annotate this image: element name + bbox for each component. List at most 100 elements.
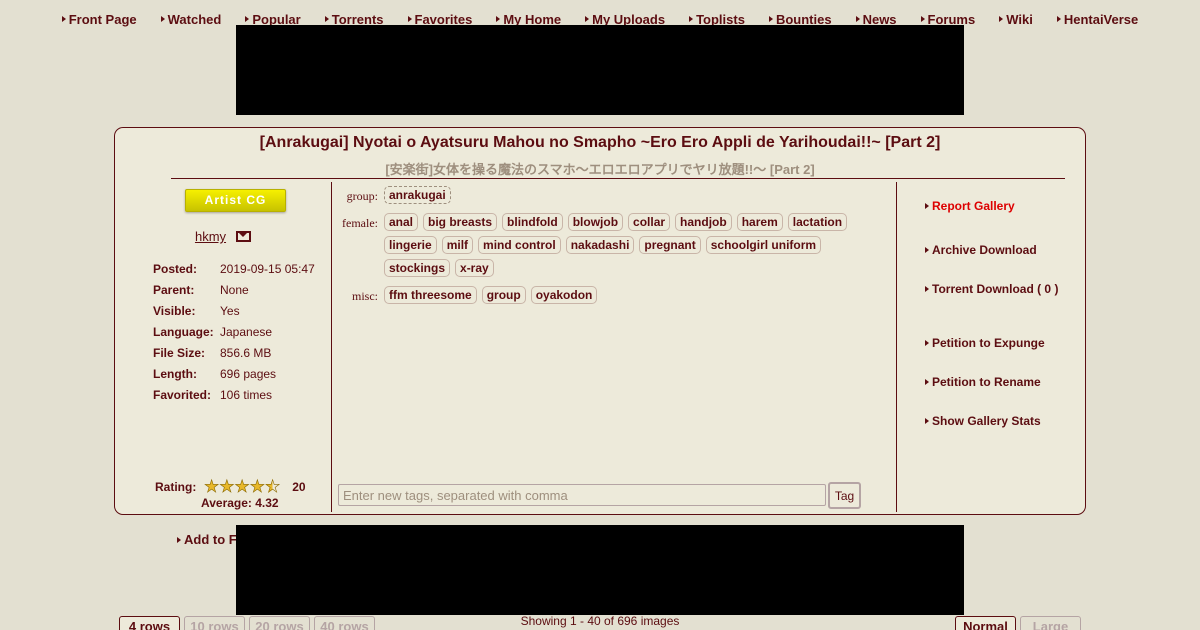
- arrow-right-icon: [177, 536, 181, 543]
- nav-wiki[interactable]: Wiki: [999, 8, 1033, 30]
- tag[interactable]: schoolgirl uniform: [705, 236, 822, 254]
- arrow-right-icon: [496, 16, 501, 22]
- tag[interactable]: group: [481, 286, 526, 304]
- tag[interactable]: milf: [441, 236, 474, 254]
- tag[interactable]: ffm threesome: [384, 286, 477, 304]
- nav-label: Wiki: [1006, 11, 1033, 27]
- tag-namespace-group: group: anrakugai: [337, 186, 897, 209]
- tag[interactable]: big breasts: [423, 213, 498, 231]
- arrow-right-icon: [925, 203, 929, 209]
- meta-value: None: [220, 283, 249, 297]
- column-divider-right: [896, 182, 897, 512]
- petition-rename-label: Petition to Rename: [932, 375, 1041, 389]
- gallery-info-column: Artist CG hkmy Posted: 2019-09-15 05:47 Pa…: [115, 180, 331, 547]
- meta-key: Language:: [153, 325, 214, 339]
- tag[interactable]: anal: [384, 213, 419, 231]
- nav-hentaiverse[interactable]: HentaiVerse: [1056, 8, 1139, 30]
- tag[interactable]: pregnant: [639, 236, 701, 254]
- archive-download-label: Archive Download: [932, 243, 1037, 257]
- rating-row: Rating: ★ ★ ★ ★ ★ 20: [155, 478, 306, 496]
- show-gallery-stats-link[interactable]: Show Gallery Stats: [925, 414, 1041, 428]
- new-tag-input[interactable]: [338, 484, 826, 506]
- arrow-right-icon: [61, 16, 66, 22]
- report-gallery-link[interactable]: Report Gallery: [925, 199, 1015, 213]
- top-ad-banner[interactable]: [236, 25, 964, 115]
- nav-front-page[interactable]: Front Page: [61, 8, 137, 30]
- tag[interactable]: harem: [736, 213, 783, 231]
- arrow-right-icon: [324, 16, 329, 22]
- meta-row: Posted: 2019-09-15 05:47: [153, 262, 315, 283]
- uploader-link[interactable]: hkmy: [195, 229, 226, 244]
- size-large-button[interactable]: Large: [1020, 616, 1081, 630]
- arrow-right-icon: [160, 16, 165, 22]
- tag[interactable]: lingerie: [384, 236, 437, 254]
- nav-label: HentaiVerse: [1063, 11, 1139, 27]
- meta-value: 696 pages: [220, 367, 277, 381]
- petition-expunge-link[interactable]: Petition to Expunge: [925, 336, 1045, 350]
- report-gallery-label: Report Gallery: [932, 199, 1015, 213]
- tag-namespace-label: misc:: [352, 289, 378, 303]
- tag[interactable]: blindfold: [502, 213, 563, 231]
- meta-row: Length: 696 pages: [153, 367, 315, 388]
- tag[interactable]: x-ray: [455, 259, 494, 277]
- star-icon[interactable]: ★: [249, 478, 265, 496]
- tag[interactable]: stockings: [384, 259, 451, 277]
- meta-row: Visible: Yes: [153, 304, 315, 325]
- tag-list: group: anrakugai female: anal big breasts bli…: [337, 186, 897, 313]
- meta-key: Posted:: [153, 262, 198, 276]
- meta-row: Language: Japanese: [153, 325, 315, 346]
- star-icon[interactable]: ★: [265, 478, 281, 496]
- tag[interactable]: oyakodon: [530, 286, 598, 304]
- tag-namespace-label: group:: [346, 189, 378, 203]
- star-icon[interactable]: ★: [219, 478, 235, 496]
- tag-items: anrakugai: [384, 186, 894, 209]
- meta-value: 106 times: [220, 388, 273, 402]
- tag[interactable]: anrakugai: [384, 186, 451, 204]
- meta-key: Visible:: [153, 304, 196, 318]
- rating-count: 20: [292, 479, 306, 494]
- tag[interactable]: nakadashi: [565, 236, 635, 254]
- tag[interactable]: blowjob: [567, 213, 624, 231]
- tag[interactable]: lactation: [787, 213, 848, 231]
- category-badge[interactable]: Artist CG: [185, 189, 286, 212]
- gallery-meta-table: Posted: 2019-09-15 05:47 Parent: None Visibl…: [153, 262, 315, 409]
- tag[interactable]: mind control: [478, 236, 561, 254]
- torrent-download-label: Torrent Download ( 0 ): [932, 282, 1059, 296]
- nav-label: Front Page: [68, 11, 137, 27]
- tag[interactable]: collar: [628, 213, 671, 231]
- torrent-download-link[interactable]: Torrent Download ( 0 ): [925, 282, 1058, 296]
- tag-items: ffm threesome group oyakodon: [384, 286, 894, 309]
- meta-value: Japanese: [220, 325, 273, 339]
- nav-watched[interactable]: Watched: [160, 8, 222, 30]
- gallery-metadata-panel: [Anrakugai] Nyotai o Ayatsuru Mahou no S…: [114, 127, 1086, 547]
- tag-namespace-female: female: anal big breasts blindfold blowjob co…: [337, 213, 897, 282]
- nav-label: Watched: [167, 11, 222, 27]
- meta-key: Favorited:: [153, 388, 212, 402]
- star-icon[interactable]: ★: [204, 478, 220, 496]
- archive-download-link[interactable]: Archive Download: [925, 243, 1037, 257]
- size-normal-button[interactable]: Normal: [955, 616, 1016, 630]
- bottom-ad-banner[interactable]: [236, 525, 964, 615]
- tag[interactable]: handjob: [675, 213, 732, 231]
- arrow-right-icon: [585, 16, 590, 22]
- petition-rename-link[interactable]: Petition to Rename: [925, 375, 1041, 389]
- arrow-right-icon: [925, 418, 929, 424]
- meta-row: File Size: 856.6 MB: [153, 346, 315, 367]
- arrow-right-icon: [925, 379, 929, 385]
- tag-namespace-misc: misc: ffm threesome group oyakodon: [337, 286, 897, 309]
- arrow-right-icon: [925, 286, 929, 292]
- meta-key: Parent:: [153, 283, 195, 297]
- show-gallery-stats-label: Show Gallery Stats: [932, 414, 1041, 428]
- mail-icon[interactable]: [236, 231, 252, 242]
- meta-key: Length:: [153, 367, 197, 381]
- meta-value: 2019-09-15 05:47: [220, 262, 315, 276]
- column-divider-left: [331, 182, 332, 512]
- title-divider: [171, 178, 1065, 179]
- rating-stars[interactable]: ★ ★ ★ ★ ★: [204, 478, 281, 496]
- tag-submit-button[interactable]: Tag: [828, 482, 861, 509]
- arrow-right-icon: [1056, 16, 1061, 22]
- star-icon[interactable]: ★: [234, 478, 250, 496]
- arrow-right-icon: [245, 16, 250, 22]
- meta-row: Parent: None: [153, 283, 315, 304]
- arrow-right-icon: [407, 16, 412, 22]
